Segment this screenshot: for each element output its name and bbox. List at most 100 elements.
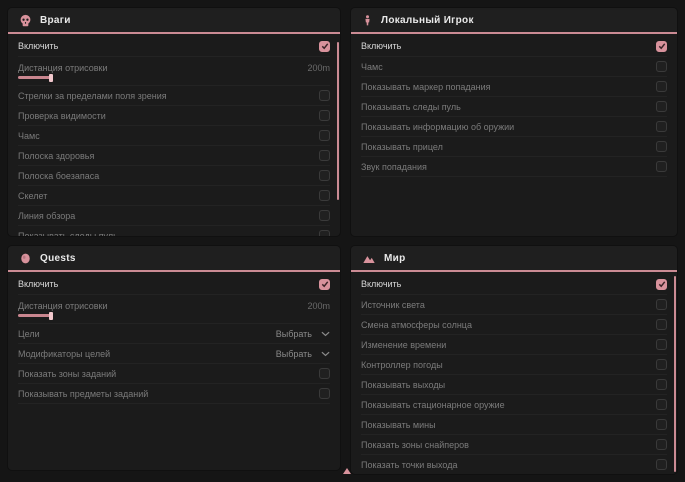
- toggle-row[interactable]: Показать зоны заданий: [18, 364, 330, 384]
- row-label: Линия обзора: [18, 211, 75, 221]
- checkbox-unchecked[interactable]: [656, 81, 667, 92]
- slider-row[interactable]: Дистанция отрисовки200m: [18, 295, 330, 324]
- toggle-row[interactable]: Показывать предметы заданий: [18, 384, 330, 404]
- toggle-row[interactable]: Включить: [18, 274, 330, 295]
- checkbox-unchecked[interactable]: [656, 141, 667, 152]
- dropdown[interactable]: Выбрать: [276, 349, 330, 359]
- toggle-row[interactable]: Чамс: [18, 126, 330, 146]
- row-label: Чамс: [18, 131, 40, 141]
- row-label: Включить: [361, 279, 401, 289]
- checkbox-unchecked[interactable]: [319, 368, 330, 379]
- checkbox-unchecked[interactable]: [656, 299, 667, 310]
- toggle-row[interactable]: Показать зоны снайперов: [361, 435, 667, 455]
- slider-handle[interactable]: [49, 312, 53, 320]
- checkbox-unchecked[interactable]: [656, 379, 667, 390]
- checkbox-checked[interactable]: [656, 41, 667, 52]
- toggle-row[interactable]: Контроллер погоды: [361, 355, 667, 375]
- dropdown-value: Выбрать: [276, 349, 312, 359]
- chevron-down-icon: [321, 349, 330, 359]
- slider-fill: [18, 314, 51, 317]
- checkbox-unchecked[interactable]: [319, 110, 330, 121]
- row-label: Источник света: [361, 300, 425, 310]
- slider-row[interactable]: Дистанция отрисовки200m: [18, 57, 330, 86]
- toggle-row[interactable]: Показывать мины: [361, 415, 667, 435]
- dropdown[interactable]: Выбрать: [276, 329, 330, 339]
- checkbox-unchecked[interactable]: [656, 419, 667, 430]
- slider-track[interactable]: [18, 76, 330, 80]
- scrollbar[interactable]: [674, 276, 676, 472]
- toggle-row[interactable]: Линия обзора: [18, 206, 330, 226]
- toggle-row[interactable]: Показывать информацию об оружии: [361, 117, 667, 137]
- row-label: Стрелки за пределами поля зрения: [18, 91, 167, 101]
- select-row[interactable]: Модификаторы целейВыбрать: [18, 344, 330, 364]
- checkbox-unchecked[interactable]: [656, 319, 667, 330]
- row-label: Звук попадания: [361, 162, 427, 172]
- checkbox-unchecked[interactable]: [319, 190, 330, 201]
- checkbox-unchecked[interactable]: [319, 90, 330, 101]
- checkbox-unchecked[interactable]: [656, 61, 667, 72]
- row-label: Показывать информацию об оружии: [361, 122, 514, 132]
- panel-world: Мир Включить Источник света Смена атмосфер…: [351, 246, 677, 474]
- checkbox-checked[interactable]: [319, 279, 330, 290]
- checkbox-unchecked[interactable]: [656, 101, 667, 112]
- toggle-row[interactable]: Показать точки выхода: [361, 455, 667, 474]
- toggle-row[interactable]: Включить: [361, 274, 667, 295]
- row-label: Включить: [18, 41, 58, 51]
- checkbox-checked[interactable]: [656, 279, 667, 290]
- checkbox-unchecked[interactable]: [656, 399, 667, 410]
- toggle-row[interactable]: Смена атмосферы солнца: [361, 315, 667, 335]
- toggle-row[interactable]: Показывать следы пуль: [361, 97, 667, 117]
- row-label: Показывать предметы заданий: [18, 389, 148, 399]
- toggle-row[interactable]: Показывать маркер попадания: [361, 77, 667, 97]
- toggle-row[interactable]: Показывать стационарное оружие: [361, 395, 667, 415]
- row-label: Полоска боезапаса: [18, 171, 99, 181]
- row-label: Включить: [361, 41, 401, 51]
- row-label: Показывать стационарное оружие: [361, 400, 505, 410]
- panel-title: Мир: [384, 253, 406, 264]
- checkbox-unchecked[interactable]: [319, 130, 330, 141]
- row-label: Контроллер погоды: [361, 360, 443, 370]
- toggle-row[interactable]: Показывать прицел: [361, 137, 667, 157]
- slider-handle[interactable]: [49, 74, 53, 82]
- slider-track[interactable]: [18, 314, 330, 318]
- row-label: Скелет: [18, 191, 47, 201]
- checkbox-unchecked[interactable]: [656, 161, 667, 172]
- checkbox-unchecked[interactable]: [656, 339, 667, 350]
- toggle-row[interactable]: Изменение времени: [361, 335, 667, 355]
- toggle-row[interactable]: Включить: [18, 36, 330, 57]
- toggle-row[interactable]: Включить: [361, 36, 667, 57]
- checkbox-unchecked[interactable]: [319, 388, 330, 399]
- checkbox-unchecked[interactable]: [319, 170, 330, 181]
- panel-title: Враги: [40, 15, 71, 26]
- toggle-row[interactable]: Показывать следы пуль: [18, 226, 330, 236]
- toggle-row[interactable]: Проверка видимости: [18, 106, 330, 126]
- checkbox-unchecked[interactable]: [656, 359, 667, 370]
- checkbox-unchecked[interactable]: [319, 150, 330, 161]
- settings-list: ВключитьДистанция отрисовки200mЦелиВыбра…: [8, 272, 340, 406]
- toggle-row[interactable]: Показывать выходы: [361, 375, 667, 395]
- select-row[interactable]: ЦелиВыбрать: [18, 324, 330, 344]
- row-label: Показать зоны снайперов: [361, 440, 469, 450]
- toggle-row[interactable]: Чамс: [361, 57, 667, 77]
- row-label: Показывать следы пуль: [18, 231, 118, 237]
- toggle-row[interactable]: Стрелки за пределами поля зрения: [18, 86, 330, 106]
- checkbox-unchecked[interactable]: [656, 439, 667, 450]
- panel-local-player-header: Локальный Игрок: [351, 8, 677, 34]
- panel-enemies-header: Враги: [8, 8, 340, 34]
- scrollbar[interactable]: [337, 42, 339, 200]
- checkbox-checked[interactable]: [319, 41, 330, 52]
- row-label: Показывать мины: [361, 420, 436, 430]
- toggle-row[interactable]: Источник света: [361, 295, 667, 315]
- row-label: Показывать прицел: [361, 142, 443, 152]
- checkbox-unchecked[interactable]: [319, 210, 330, 221]
- toggle-row[interactable]: Полоска здоровья: [18, 146, 330, 166]
- toggle-row[interactable]: Полоска боезапаса: [18, 166, 330, 186]
- toggle-row[interactable]: Скелет: [18, 186, 330, 206]
- checkbox-unchecked[interactable]: [656, 121, 667, 132]
- checkbox-unchecked[interactable]: [319, 230, 330, 236]
- checkbox-unchecked[interactable]: [656, 459, 667, 470]
- chevron-down-icon: [321, 329, 330, 339]
- slider-labels: Дистанция отрисовки200m: [18, 63, 330, 73]
- row-label: Смена атмосферы солнца: [361, 320, 472, 330]
- toggle-row[interactable]: Звук попадания: [361, 157, 667, 177]
